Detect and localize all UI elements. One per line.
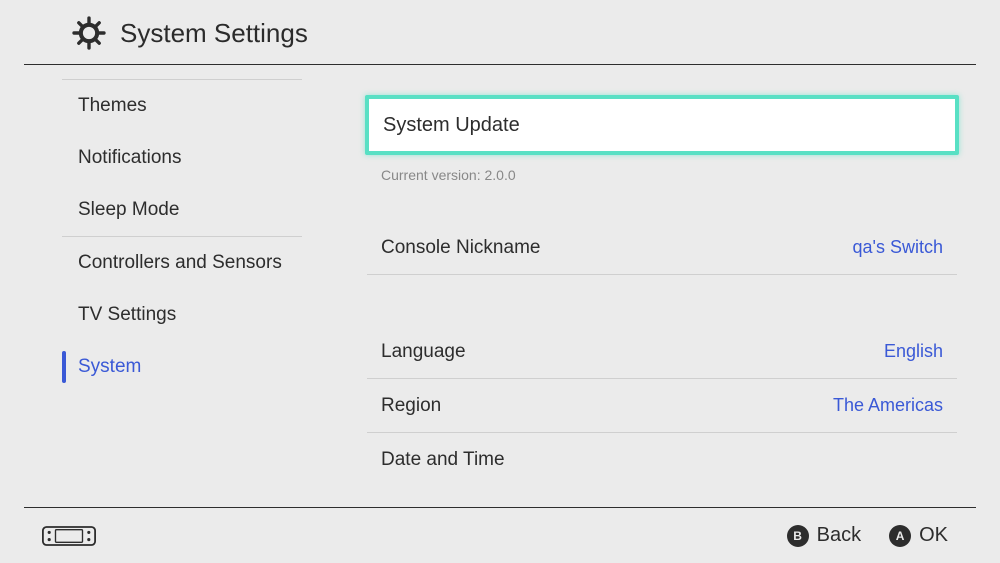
page-title: System Settings	[120, 18, 308, 49]
row-value: The Americas	[833, 395, 943, 416]
row-date-time[interactable]: Date and Time	[367, 433, 957, 487]
footer: B Back A OK	[24, 507, 976, 563]
row-label: Date and Time	[381, 449, 505, 471]
sidebar-item-label: System	[78, 356, 141, 377]
hint-label: Back	[817, 524, 861, 547]
b-button-icon: B	[787, 525, 809, 547]
sidebar-item-notifications[interactable]: Notifications	[0, 132, 322, 184]
settings-panel: System Update Current version: 2.0.0 Con…	[322, 65, 1000, 497]
row-label: Console Nickname	[381, 237, 540, 259]
sidebar: amiibo Themes Notifications Sleep Mode C…	[0, 65, 322, 497]
sidebar-item-system[interactable]: System	[0, 341, 322, 393]
row-language[interactable]: Language English	[367, 325, 957, 379]
row-label: System Update	[383, 114, 520, 137]
sidebar-item-amiibo[interactable]: amiibo	[0, 65, 322, 79]
sidebar-item-label: Sleep Mode	[78, 199, 179, 220]
sidebar-item-label: Themes	[78, 95, 147, 116]
hint-label: OK	[919, 524, 948, 547]
row-value: qa's Switch	[853, 237, 943, 258]
version-text: Current version: 2.0.0	[367, 159, 957, 183]
row-value: English	[884, 341, 943, 362]
row-console-nickname[interactable]: Console Nickname qa's Switch	[367, 221, 957, 275]
sidebar-item-themes[interactable]: Themes	[0, 80, 322, 132]
sidebar-item-label: TV Settings	[78, 304, 176, 325]
hint-back[interactable]: B Back	[787, 524, 861, 547]
sidebar-item-sleep-mode[interactable]: Sleep Mode	[0, 184, 322, 236]
row-region[interactable]: Region The Americas	[367, 379, 957, 433]
sidebar-item-label: Notifications	[78, 147, 182, 168]
sidebar-item-controllers-sensors[interactable]: Controllers and Sensors	[0, 237, 322, 289]
row-system-update[interactable]: System Update	[365, 95, 959, 155]
main: amiibo Themes Notifications Sleep Mode C…	[0, 65, 1000, 497]
hint-ok[interactable]: A OK	[889, 524, 948, 547]
sidebar-item-label: Controllers and Sensors	[78, 252, 282, 273]
sidebar-item-tv-settings[interactable]: TV Settings	[0, 289, 322, 341]
row-label: Language	[381, 341, 466, 363]
header: System Settings	[24, 0, 976, 65]
spacer	[367, 183, 957, 221]
console-icon	[42, 523, 96, 549]
gear-icon	[72, 16, 106, 50]
a-button-icon: A	[889, 525, 911, 547]
datetime-text: Current date and time: 3/1/2017 10:27 p.…	[367, 487, 957, 497]
row-label: Region	[381, 395, 441, 417]
spacer	[367, 275, 957, 325]
